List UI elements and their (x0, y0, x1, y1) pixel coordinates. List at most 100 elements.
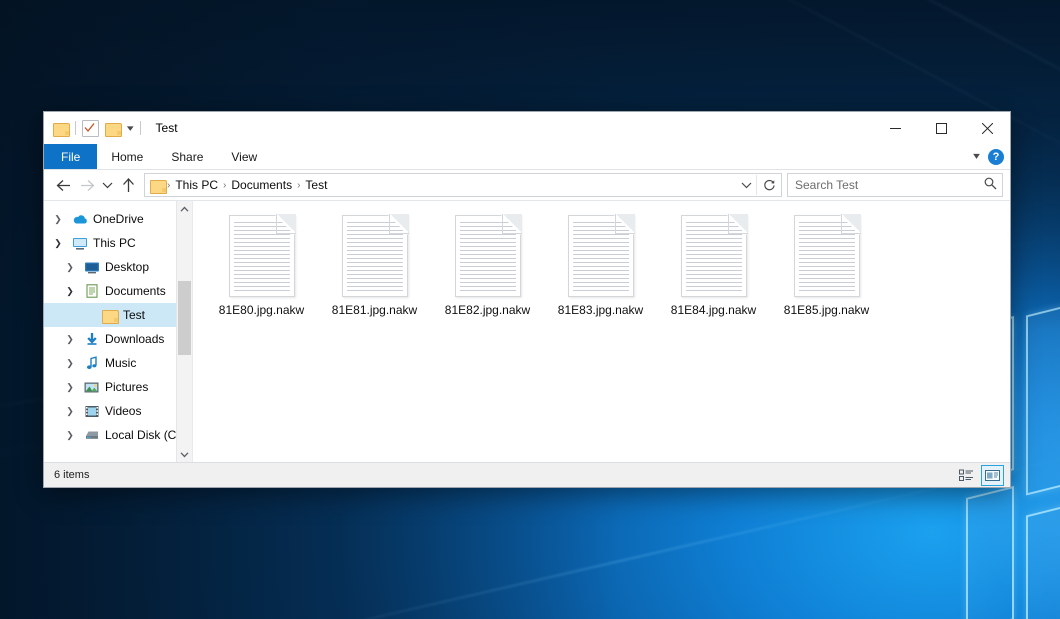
up-button[interactable] (116, 173, 140, 197)
windows-logo-pane-bottom-left (966, 486, 1014, 619)
file-name-label: 81E80.jpg.nakw (219, 303, 304, 317)
file-grid: 81E80.jpg.nakw 81E81.jpg.nakw (205, 211, 1010, 333)
new-folder-icon[interactable] (105, 122, 121, 135)
sidebar-scrollbar[interactable] (176, 201, 192, 462)
onedrive-cloud-icon (71, 213, 88, 225)
sidebar-item-documents[interactable]: ❯ Documents (44, 279, 176, 303)
ribbon-right-controls: ▾ ? (974, 144, 1004, 169)
tab-file[interactable]: File (44, 144, 97, 169)
window-controls (872, 112, 1010, 144)
folder-icon (150, 179, 166, 192)
file-item[interactable]: 81E84.jpg.nakw (657, 211, 770, 333)
breadcrumb-this-pc[interactable]: This PC (171, 178, 222, 192)
refresh-icon[interactable] (756, 175, 781, 195)
chevron-right-icon[interactable]: ❯ (62, 358, 78, 369)
documents-icon (83, 284, 100, 298)
scroll-up-icon[interactable] (177, 201, 192, 217)
address-bar[interactable]: › This PC › Documents › Test (144, 173, 782, 197)
sidebar-item-label: This PC (93, 236, 136, 250)
sidebar-item-music[interactable]: ❯ Music (44, 351, 176, 375)
breadcrumb-documents[interactable]: Documents (227, 178, 296, 192)
chevron-placeholder-icon: ❯ (80, 310, 96, 321)
chevron-down-icon[interactable]: ▾ (125, 124, 135, 133)
recent-locations-button[interactable] (99, 173, 116, 197)
address-bar-row: › This PC › Documents › Test (44, 170, 1010, 200)
file-explorer-window: ▾ Test File Home Share View ▾ ? (43, 111, 1011, 488)
toolbar-divider (75, 121, 76, 135)
chevron-down-icon[interactable]: ❯ (50, 238, 66, 249)
sidebar-item-videos[interactable]: ❯ Videos (44, 399, 176, 423)
file-name-label: 81E81.jpg.nakw (332, 303, 417, 317)
chevron-right-icon[interactable]: ❯ (62, 334, 78, 345)
maximize-button[interactable] (918, 112, 964, 144)
ribbon-tab-bar: File Home Share View ▾ ? (44, 144, 1010, 170)
breadcrumb: › This PC › Documents › Test (166, 178, 736, 192)
sidebar-item-label: Documents (105, 284, 166, 298)
chevron-right-icon[interactable]: ❯ (62, 406, 78, 417)
tab-view[interactable]: View (217, 144, 271, 169)
sidebar-item-label: Music (105, 356, 136, 370)
sidebar-item-label: Downloads (105, 332, 164, 346)
this-pc-monitor-icon (71, 237, 88, 250)
scrollbar-thumb[interactable] (178, 281, 191, 355)
file-list-view[interactable]: 81E80.jpg.nakw 81E81.jpg.nakw (193, 201, 1010, 462)
sidebar-item-downloads[interactable]: ❯ Downloads (44, 327, 176, 351)
file-name-label: 81E82.jpg.nakw (445, 303, 530, 317)
sidebar-item-pictures[interactable]: ❯ Pictures (44, 375, 176, 399)
folder-icon (101, 309, 118, 322)
generic-file-icon (681, 215, 747, 297)
chevron-right-icon[interactable]: ❯ (62, 262, 78, 273)
chevron-right-icon[interactable]: ❯ (62, 382, 78, 393)
sidebar-item-label: OneDrive (93, 212, 144, 226)
videos-film-icon (83, 405, 100, 418)
forward-button[interactable] (75, 173, 99, 197)
sidebar-item-desktop[interactable]: ❯ Desktop (44, 255, 176, 279)
navigation-tree: ❯ OneDrive ❯ This PC ❯ (44, 201, 176, 462)
search-box[interactable]: Search Test (787, 173, 1003, 197)
chevron-down-icon[interactable]: ▾ (973, 151, 980, 162)
scrollbar-track[interactable] (177, 217, 192, 446)
details-view-button[interactable] (955, 465, 978, 486)
chevron-right-icon[interactable]: ❯ (62, 430, 78, 441)
chevron-down-icon[interactable]: ❯ (62, 286, 78, 297)
window-title: Test (156, 121, 178, 135)
quick-access-toolbar: ▾ Test (44, 120, 178, 137)
desktop-icon (83, 261, 100, 274)
tab-share[interactable]: Share (157, 144, 217, 169)
help-icon[interactable]: ? (988, 149, 1004, 165)
toolbar-divider (140, 121, 141, 135)
file-item[interactable]: 81E81.jpg.nakw (318, 211, 431, 333)
sidebar-item-test[interactable]: ❯ Test (44, 303, 176, 327)
sidebar-item-local-disk-c[interactable]: ❯ Local Disk (C:) (44, 423, 176, 447)
generic-file-icon (455, 215, 521, 297)
folder-icon[interactable] (53, 122, 69, 135)
chevron-down-icon[interactable] (736, 175, 756, 195)
downloads-arrow-icon (83, 332, 100, 346)
window-body: ❯ OneDrive ❯ This PC ❯ (44, 200, 1010, 462)
file-name-label: 81E84.jpg.nakw (671, 303, 756, 317)
search-input[interactable]: Search Test (795, 178, 984, 192)
properties-checkmark-icon[interactable] (82, 120, 99, 137)
sidebar-item-label: Desktop (105, 260, 149, 274)
close-button[interactable] (964, 112, 1010, 144)
status-bar: 6 items (44, 462, 1010, 487)
chevron-right-icon[interactable]: ❯ (50, 214, 66, 225)
back-button[interactable] (51, 173, 75, 197)
file-item[interactable]: 81E80.jpg.nakw (205, 211, 318, 333)
search-icon[interactable] (984, 177, 997, 193)
large-icons-view-button[interactable] (981, 465, 1004, 486)
tab-home[interactable]: Home (97, 144, 157, 169)
file-item[interactable]: 81E82.jpg.nakw (431, 211, 544, 333)
title-bar: ▾ Test (44, 112, 1010, 144)
view-mode-buttons (955, 465, 1004, 486)
breadcrumb-test[interactable]: Test (301, 178, 331, 192)
sidebar-item-this-pc[interactable]: ❯ This PC (44, 231, 176, 255)
music-note-icon (83, 356, 100, 370)
file-item[interactable]: 81E83.jpg.nakw (544, 211, 657, 333)
sidebar-item-onedrive[interactable]: ❯ OneDrive (44, 207, 176, 231)
scroll-down-icon[interactable] (177, 446, 192, 462)
minimize-button[interactable] (872, 112, 918, 144)
pictures-icon (83, 381, 100, 394)
file-item[interactable]: 81E85.jpg.nakw (770, 211, 883, 333)
sidebar-item-label: Local Disk (C:) (105, 428, 176, 442)
